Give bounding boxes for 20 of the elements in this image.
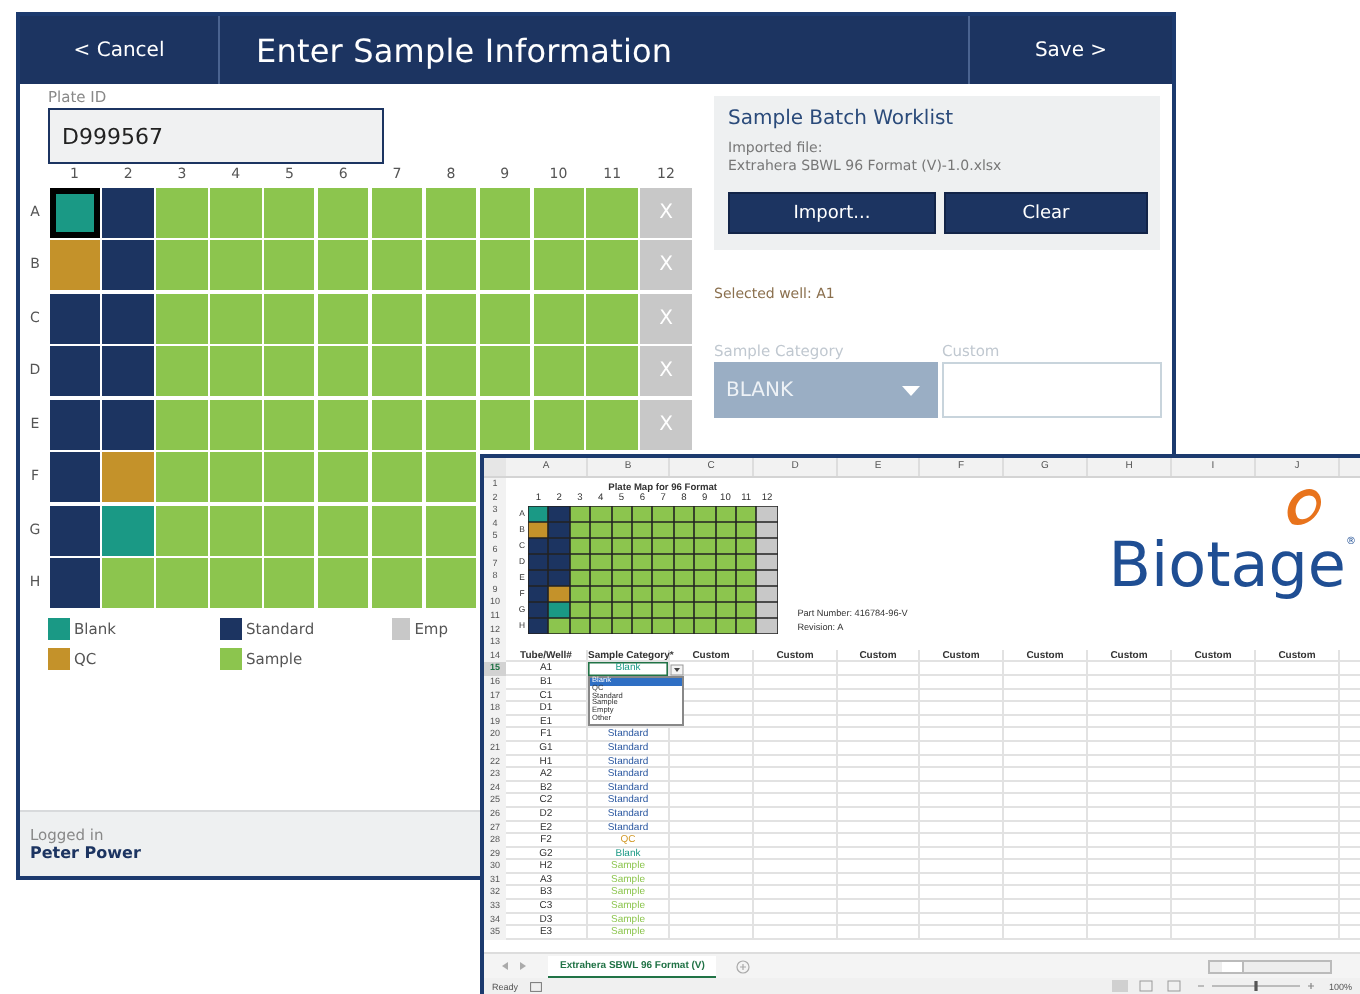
logo-text: Biotage$^{®}$ — [1108, 532, 1356, 600]
import-button[interactable]: Import... — [728, 192, 936, 234]
caret-icon — [902, 385, 920, 395]
custom-field[interactable] — [942, 362, 1162, 418]
window-title: Enter Sample Information — [256, 31, 673, 69]
well[interactable] — [49, 505, 100, 555]
panel-title: Sample Batch Worklist — [728, 108, 956, 130]
plate-id-field[interactable]: D999567 — [48, 108, 384, 164]
clear-button[interactable]: Clear — [944, 192, 1148, 234]
horizontal-scrollbar[interactable] — [1208, 959, 1332, 973]
macro-icon — [530, 981, 543, 991]
well[interactable] — [49, 399, 100, 449]
well[interactable] — [49, 293, 100, 343]
sheet-nav-icon[interactable] — [500, 960, 528, 972]
user-name: Peter Power — [30, 844, 141, 862]
dropdown-button[interactable] — [670, 663, 684, 676]
add-sheet-icon[interactable] — [736, 959, 751, 973]
well[interactable] — [49, 187, 100, 237]
zoom-slider[interactable] — [1196, 980, 1317, 992]
view-icons-drawing[interactable] — [1112, 980, 1185, 992]
